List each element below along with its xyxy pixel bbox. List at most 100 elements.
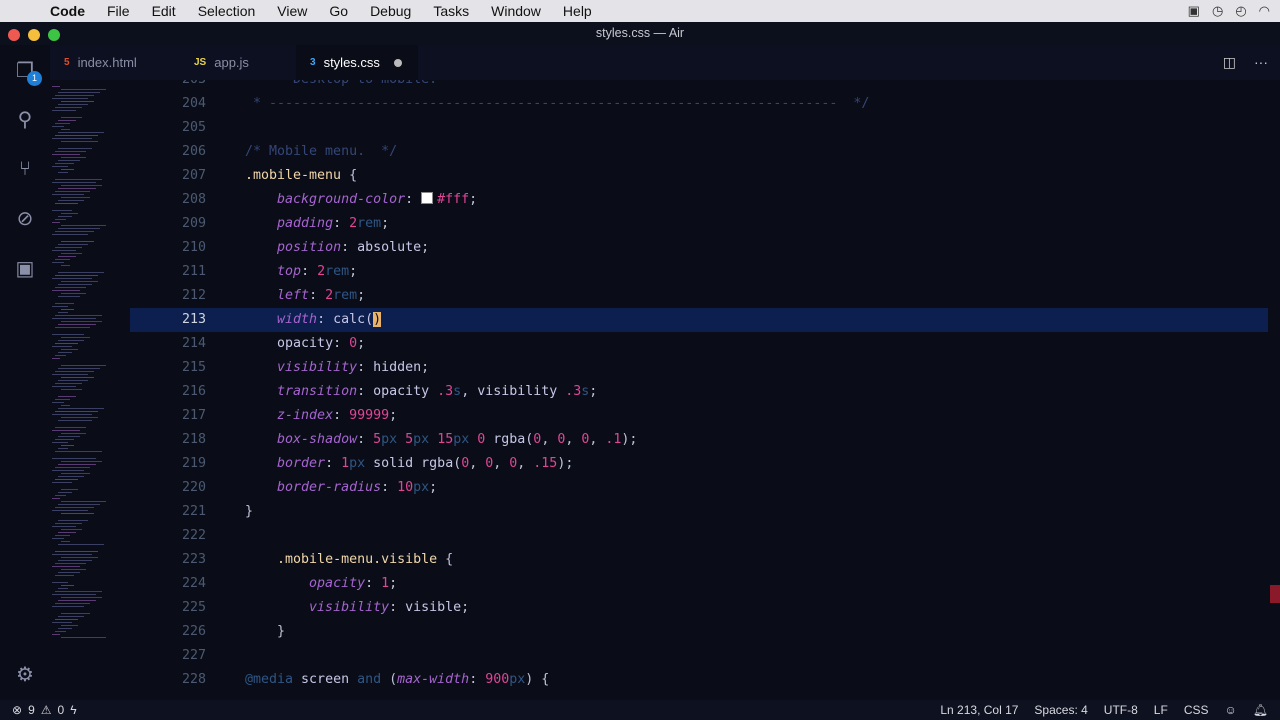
minimap-line <box>58 340 84 341</box>
code-line[interactable]: 226 } <box>130 620 1268 644</box>
code-token: rem <box>357 216 382 231</box>
code-token: 0 <box>349 336 358 351</box>
minimap-line <box>52 510 88 511</box>
code-line[interactable]: 223 .mobile-menu.visible { <box>130 548 1268 572</box>
code-line[interactable]: 217 z-index: 99999; <box>130 404 1268 428</box>
feedback-smiley-icon[interactable]: ☺ <box>1225 703 1237 717</box>
line-number: 224 <box>181 576 206 591</box>
minimap-line <box>61 213 78 214</box>
code-line[interactable]: 222 <box>130 524 1268 548</box>
minimap-line <box>61 417 98 418</box>
screen-record-icon[interactable]: ▣ <box>1188 3 1200 19</box>
source-control-icon[interactable]: ⑂ <box>13 157 37 181</box>
code-token: px <box>349 456 374 471</box>
more-actions-icon[interactable]: ··· <box>1254 54 1268 71</box>
scrollbar-error-marker[interactable] <box>1270 585 1280 603</box>
minimap-line <box>52 482 72 483</box>
code-line[interactable]: 209 padding: 2rem; <box>130 212 1268 236</box>
code-token: border <box>277 456 326 471</box>
code-token: visibility <box>277 360 358 375</box>
debug-icon[interactable]: ⊘ <box>13 207 37 231</box>
menu-view[interactable]: View <box>277 3 307 19</box>
code-line[interactable]: 207 .mobile-menu { <box>130 164 1268 188</box>
code-token: ; <box>389 408 398 423</box>
indentation[interactable]: Spaces: 4 <box>1034 703 1087 717</box>
minimap-line <box>61 461 102 462</box>
tab-label: index.html <box>77 55 137 70</box>
line-ending[interactable]: LF <box>1154 703 1168 717</box>
minimap-line <box>61 557 98 558</box>
code-line[interactable]: 203 * Desktop to mobile. <box>130 80 1268 92</box>
problems-indicator[interactable]: ⊗ 9 ⚠ 0 ϟ <box>12 703 77 717</box>
code-line[interactable]: 224 opacity: 1; <box>130 572 1268 596</box>
lightning-icon[interactable]: ϟ <box>70 703 76 717</box>
minimap-line <box>55 495 66 496</box>
notifications-bell-icon[interactable]: 🔔︎ <box>1253 703 1268 717</box>
menu-debug[interactable]: Debug <box>370 3 411 19</box>
code-line[interactable]: 221} <box>130 500 1268 524</box>
code-line[interactable]: 211 top: 2rem; <box>130 260 1268 284</box>
tab-styles-css[interactable]: 3 styles.css <box>296 45 418 80</box>
line-number: 223 <box>181 552 206 567</box>
code-line[interactable]: 204 * ----------------------------------… <box>130 92 1268 116</box>
code-line[interactable]: 227 <box>130 644 1268 668</box>
code-line[interactable]: 212 left: 2rem; <box>130 284 1268 308</box>
split-editor-icon[interactable]: ◫ <box>1223 54 1236 71</box>
close-window-button[interactable] <box>8 29 20 41</box>
code-token: .3 <box>437 384 454 399</box>
code-line[interactable]: 225 visibility: visible; <box>130 596 1268 620</box>
line-number: 227 <box>181 648 206 663</box>
minimap-line <box>55 383 82 384</box>
menu-tasks[interactable]: Tasks <box>433 3 469 19</box>
menu-go[interactable]: Go <box>329 3 348 19</box>
wifi-icon[interactable]: ◠ <box>1259 3 1270 19</box>
settings-gear-icon[interactable]: ⚙ <box>13 663 37 687</box>
encoding[interactable]: UTF-8 <box>1104 703 1138 717</box>
code-line[interactable]: 205 <box>130 116 1268 140</box>
minimap[interactable] <box>50 80 130 700</box>
code-line[interactable]: 215 visibility: hidden; <box>130 356 1268 380</box>
menu-help[interactable]: Help <box>563 3 592 19</box>
code-line[interactable]: 206 /* Mobile menu. */ <box>130 140 1268 164</box>
minimap-line <box>58 380 88 381</box>
code-line[interactable]: 216 transition: opacity .3s, visibility … <box>130 380 1268 404</box>
language-mode[interactable]: CSS <box>1184 703 1209 717</box>
code-line[interactable]: 210 position: absolute; <box>130 236 1268 260</box>
code-line[interactable]: 228 @media screen and (max-width: 900px) … <box>130 668 1268 692</box>
code-token: px <box>381 432 406 447</box>
menu-edit[interactable]: Edit <box>152 3 176 19</box>
minimap-line <box>55 343 78 344</box>
minimap-line <box>52 166 68 167</box>
code-token: s <box>453 384 462 399</box>
menu-window[interactable]: Window <box>491 3 541 19</box>
code-line[interactable]: 208 background-color: #fff; <box>130 188 1268 212</box>
minimize-window-button[interactable] <box>28 29 40 41</box>
minimap-line <box>55 551 98 552</box>
code-line[interactable]: 214 opacity: 0; <box>130 332 1268 356</box>
minimap-line <box>61 433 86 434</box>
code-line[interactable]: 220 border-radius: 10px; <box>130 476 1268 500</box>
code-line[interactable]: 213 width: calc() <box>130 308 1268 332</box>
tab-app-js[interactable]: JS app.js <box>176 45 296 80</box>
code-token: : <box>301 264 318 279</box>
menu-selection[interactable]: Selection <box>198 3 256 19</box>
css-file-icon: 3 <box>310 57 316 68</box>
time-machine-icon[interactable]: ◷ <box>1212 3 1223 19</box>
tab-index-html[interactable]: 5 index.html <box>50 45 176 80</box>
menu-file[interactable]: File <box>107 3 130 19</box>
code-line[interactable]: 218 box-shadow: 5px 5px 15px 0 rgba(0, 0… <box>130 428 1268 452</box>
timer-icon[interactable]: ◴ <box>1235 3 1246 19</box>
code-editor[interactable]: 203 * Desktop to mobile.204 * ----------… <box>130 80 1280 700</box>
code-line[interactable]: 219 border: 1px solid rgba(0, 0, 0, .15)… <box>130 452 1268 476</box>
minimap-line <box>55 247 82 248</box>
unsaved-dot-icon[interactable] <box>393 58 402 67</box>
extensions-icon[interactable]: ▣ <box>13 257 37 281</box>
minimap-line <box>61 529 82 530</box>
menu-app[interactable]: Code <box>50 3 85 19</box>
search-icon[interactable]: ⚲ <box>13 108 37 132</box>
cursor-position[interactable]: Ln 213, Col 17 <box>940 703 1018 717</box>
maximize-window-button[interactable] <box>48 29 60 41</box>
minimap-line <box>61 613 90 614</box>
